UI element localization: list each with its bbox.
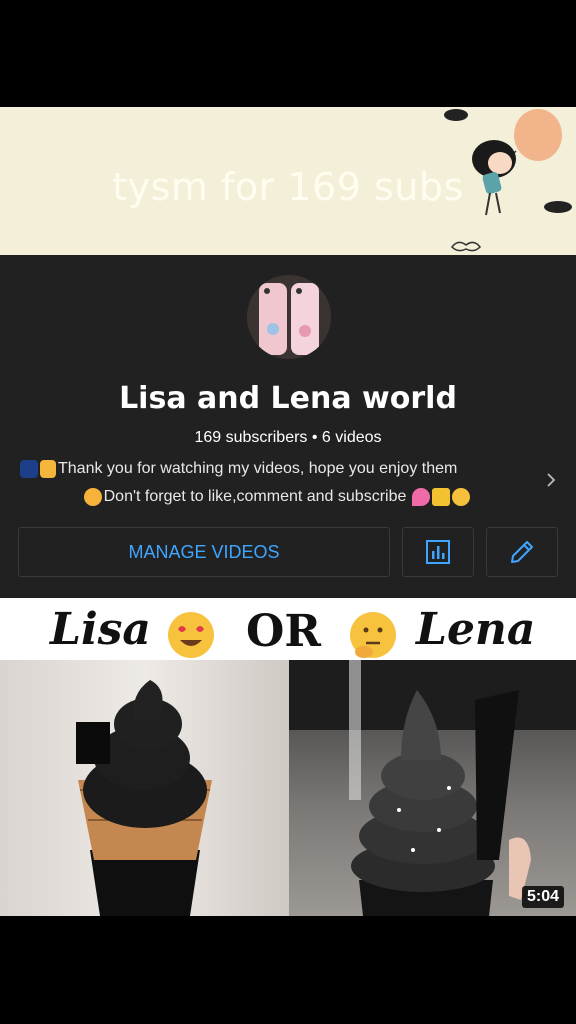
avatar-image <box>247 275 331 359</box>
description-text-2: Don't forget to like,comment and subscri… <box>103 488 407 505</box>
chevron-right-icon[interactable] <box>544 473 558 487</box>
thinking-emoji-icon <box>350 612 396 658</box>
channel-stats: 169 subscribers • 6 videos <box>194 429 382 446</box>
avatar[interactable] <box>247 275 331 359</box>
lock-emoji-icon <box>432 488 451 506</box>
channel-name: Lisa and Lena world <box>119 381 457 416</box>
thumbnail-word-right: Lena <box>416 604 536 655</box>
channel-header: Lisa and Lena world 169 subscribers • 6 … <box>0 255 576 598</box>
thumbnail-image-left <box>0 660 289 916</box>
ice-cream-image-left <box>76 680 212 916</box>
analytics-icon <box>426 540 450 564</box>
thumbnail-image-right: 5:04 <box>289 660 576 916</box>
smile-emoji-icon <box>83 488 102 506</box>
channel-banner: tysm for 169 subs <box>0 107 576 255</box>
description-line: Don't forget to like,comment and subscri… <box>20 483 536 511</box>
bottom-area <box>0 916 576 1024</box>
thumbnail-word-left: Lisa <box>50 604 151 655</box>
analytics-button[interactable] <box>402 527 474 577</box>
sparkle-emoji-icon <box>40 460 56 478</box>
sparkle-emoji-icon <box>20 460 38 478</box>
balloon-girl-icon <box>444 109 572 252</box>
video-duration-badge: 5:04 <box>521 886 564 908</box>
thumbnail-title: Lisa OR Lena <box>0 598 576 660</box>
description-line: Thank you for watching my videos, hope y… <box>20 455 536 483</box>
top-status-area <box>0 0 576 107</box>
heart-emoji-icon <box>412 488 431 506</box>
thumbnail-word-or: OR <box>246 606 321 657</box>
ice-cream-image-right <box>289 660 576 916</box>
hug-emoji-icon <box>452 488 471 506</box>
edit-pencil-icon <box>511 541 533 563</box>
channel-description[interactable]: Thank you for watching my videos, hope y… <box>20 455 536 511</box>
heart-eyes-emoji-icon <box>168 612 214 658</box>
manage-videos-button[interactable]: MANAGE VIDEOS <box>18 527 390 577</box>
edit-button[interactable] <box>486 527 558 577</box>
video-thumbnail[interactable]: Lisa OR Lena 5:04 <box>0 598 576 916</box>
description-text-1: Thank you for watching my videos, hope y… <box>58 460 458 477</box>
